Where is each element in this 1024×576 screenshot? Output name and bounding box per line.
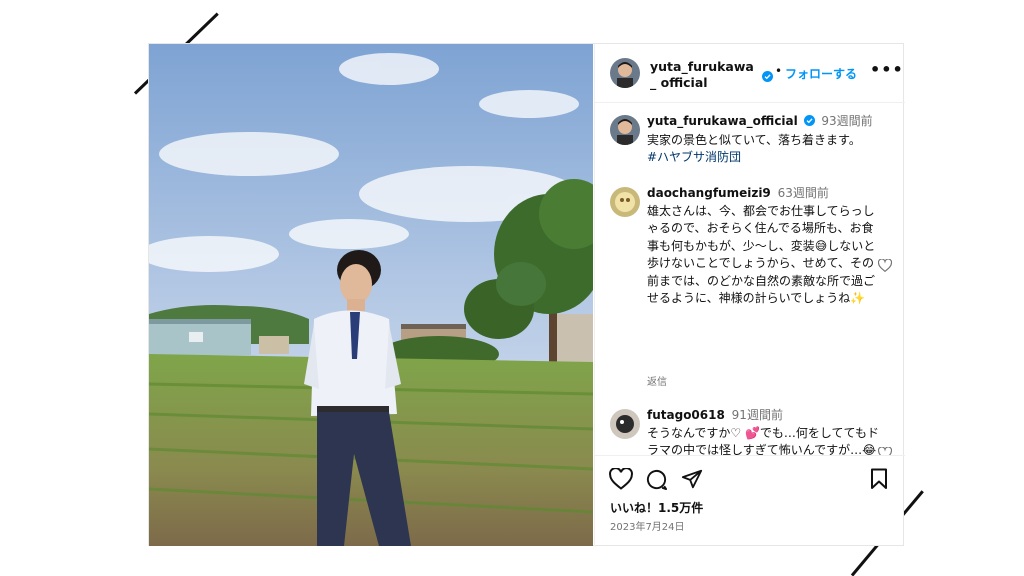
post-sidebar: yuta_furukawa_ official • フォローする ••• yut…	[594, 44, 905, 546]
more-options-icon[interactable]: •••	[870, 60, 904, 79]
caption-hashtag[interactable]: #ハヤブサ消防団	[647, 149, 879, 167]
follow-button[interactable]: フォローする	[785, 65, 857, 82]
post-photo[interactable]	[149, 44, 593, 546]
comment-username[interactable]: daochangfumeizi9	[647, 186, 771, 200]
comment-text: 雄太さんは、今、都会でお仕事してらっしゃるので、おそらく住んでる場所も、お食事も…	[647, 203, 876, 306]
post-actions: いいね！1.5万件 2023年7月24日	[595, 455, 905, 547]
comment-time: 91週間前	[731, 408, 783, 422]
instagram-post-card: yuta_furukawa_ official • フォローする ••• yut…	[148, 43, 905, 546]
comment-like-heart-icon[interactable]	[877, 257, 893, 276]
caption-text: 実家の景色と似ていて、落ち着きます。	[647, 132, 861, 147]
header-separator: •	[775, 64, 783, 78]
likes-count[interactable]: いいね！1.5万件	[610, 499, 703, 516]
share-icon[interactable]	[681, 468, 703, 494]
caption-username[interactable]: yuta_furukawa_official	[647, 114, 798, 128]
caption-time: 93週間前	[821, 114, 873, 128]
verified-badge-icon	[803, 114, 815, 132]
comment-username[interactable]: futago0618	[647, 408, 725, 422]
reply-button[interactable]: 返信	[647, 373, 667, 388]
post-date: 2023年7月24日	[610, 522, 685, 533]
comment-time: 63週間前	[777, 186, 829, 200]
author-username[interactable]: yuta_furukawa_ official	[650, 59, 760, 91]
commenter-avatar[interactable]	[610, 409, 640, 439]
comment-like-heart-icon[interactable]	[877, 445, 893, 455]
comments-list[interactable]: yuta_furukawa_official 93週間前 実家の景色と似ていて、…	[595, 103, 905, 455]
author-avatar[interactable]	[610, 115, 640, 145]
verified-badge-icon	[762, 67, 773, 86]
comment-text: そうなんですか♡ 💕でも…何をしててもドラマの中では怪しすぎて怖いんですが…😂	[647, 425, 879, 456]
bookmark-icon[interactable]	[870, 468, 888, 494]
comment-icon[interactable]	[645, 468, 668, 495]
heart-icon[interactable]	[609, 467, 633, 494]
commenter-avatar[interactable]	[610, 187, 640, 217]
author-avatar[interactable]	[610, 58, 640, 88]
post-header: yuta_furukawa_ official • フォローする •••	[595, 44, 905, 103]
